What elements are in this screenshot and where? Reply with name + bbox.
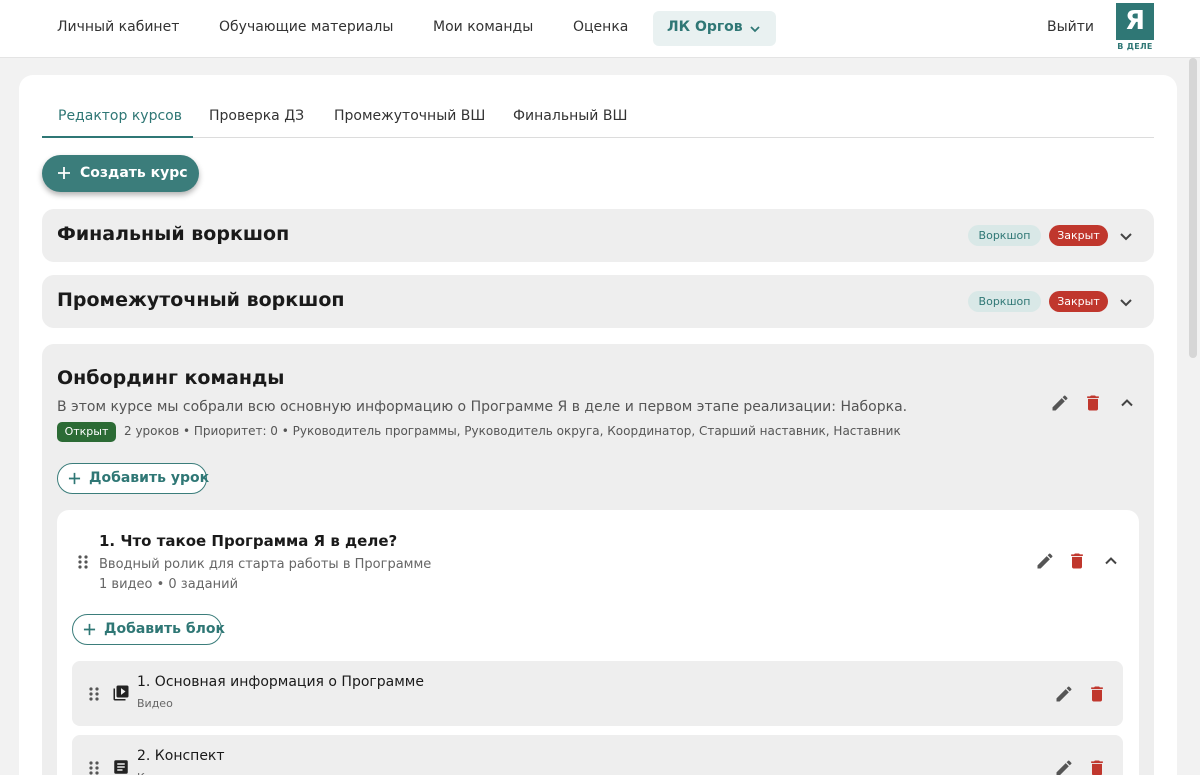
lesson-block[interactable]: 2. Конспект Конспект [72, 735, 1123, 775]
course-type-badge: Воркшоп [968, 225, 1041, 246]
active-tab-indicator [42, 136, 193, 138]
chevron-down-icon [750, 26, 760, 33]
delete-icon[interactable] [1087, 684, 1107, 704]
document-icon [114, 760, 128, 774]
plus-icon [58, 167, 70, 179]
course-status-badge: Закрыт [1049, 225, 1108, 246]
course-title: Онбординг команды [57, 367, 285, 389]
edit-icon[interactable] [1035, 551, 1055, 571]
course-card-intermediate-workshop[interactable]: Промежуточный воркшоп Воркшоп Закрыт [42, 275, 1154, 328]
lesson-description: Вводный ролик для старта работы в Програ… [99, 557, 432, 572]
video-icon [113, 685, 129, 701]
chevron-up-icon[interactable] [1101, 551, 1121, 571]
course-title: Финальный воркшоп [57, 223, 290, 245]
chevron-down-icon[interactable] [1119, 229, 1133, 243]
logo-letter: Я [1116, 3, 1154, 40]
nav-org-account-label: ЛК Оргов [667, 19, 743, 35]
add-lesson-label: Добавить урок [89, 470, 210, 486]
plus-icon [83, 623, 96, 636]
block-kind: Видео [137, 697, 173, 710]
create-course-label: Создать курс [80, 165, 188, 181]
delete-icon[interactable] [1067, 551, 1087, 571]
lesson-meta: 1 видео • 0 заданий [99, 577, 239, 592]
nav-org-account-dropdown[interactable]: ЛК Оргов [653, 11, 776, 46]
block-name: 1. Основная информация о Программе [137, 674, 424, 690]
delete-icon[interactable] [1083, 393, 1103, 413]
course-status-badge: Закрыт [1049, 291, 1108, 312]
tabs-divider [42, 137, 1154, 138]
lesson-card: 1. Что такое Программа Я в деле? Вводный… [57, 510, 1139, 775]
tab-homework-check[interactable]: Проверка ДЗ [209, 108, 304, 124]
course-status-badge: Открыт [57, 422, 116, 442]
tab-final-ws[interactable]: Финальный ВШ [513, 108, 627, 124]
edit-icon[interactable] [1054, 758, 1074, 775]
add-block-button[interactable]: Добавить блок [72, 614, 225, 645]
block-name: 2. Конспект [137, 748, 225, 764]
edit-icon[interactable] [1054, 684, 1074, 704]
nav-learning-materials[interactable]: Обучающие материалы [219, 19, 393, 35]
logout-link[interactable]: Выйти [1047, 19, 1094, 35]
course-type-badge: Воркшоп [968, 291, 1041, 312]
add-block-label: Добавить блок [104, 621, 225, 637]
main-card: Редактор курсов Проверка ДЗ Промежуточны… [19, 75, 1177, 775]
course-card-onboarding: Онбординг команды В этом курсе мы собрал… [42, 344, 1154, 775]
logo[interactable]: Я В ДЕЛЕ [1116, 3, 1154, 53]
nav-personal-account[interactable]: Личный кабинет [57, 19, 179, 35]
lesson-block[interactable]: 1. Основная информация о Программе Видео [72, 661, 1123, 726]
course-card-final-workshop[interactable]: Финальный воркшоп Воркшоп Закрыт [42, 209, 1154, 262]
edit-icon[interactable] [1050, 393, 1070, 413]
tab-course-editor[interactable]: Редактор курсов [58, 108, 182, 124]
drag-handle-icon[interactable] [88, 686, 100, 702]
chevron-up-icon[interactable] [1117, 393, 1137, 413]
tab-intermediate-ws[interactable]: Промежуточный ВШ [334, 108, 485, 124]
drag-handle-icon[interactable] [88, 760, 100, 775]
lesson-title: 1. Что такое Программа Я в деле? [99, 532, 398, 550]
add-lesson-button[interactable]: Добавить урок [57, 463, 210, 494]
plus-icon [68, 472, 81, 485]
drag-handle-icon[interactable] [77, 554, 89, 570]
chevron-down-icon[interactable] [1119, 295, 1133, 309]
top-navigation: Личный кабинет Обучающие материалы Мои к… [0, 0, 1200, 58]
scrollbar-thumb[interactable] [1189, 58, 1197, 358]
nav-evaluation[interactable]: Оценка [573, 19, 628, 35]
create-course-button[interactable]: Создать курс [42, 155, 199, 192]
block-kind: Конспект [137, 771, 192, 775]
page-scrollbar[interactable] [1189, 58, 1197, 775]
course-description: В этом курсе мы собрали всю основную инф… [57, 399, 908, 415]
course-title: Промежуточный воркшоп [57, 289, 345, 311]
delete-icon[interactable] [1087, 758, 1107, 775]
nav-my-teams[interactable]: Мои команды [433, 19, 533, 35]
logo-text: В ДЕЛЕ [1117, 42, 1153, 51]
course-meta: 2 уроков • Приоритет: 0 • Руководитель п… [124, 424, 901, 438]
